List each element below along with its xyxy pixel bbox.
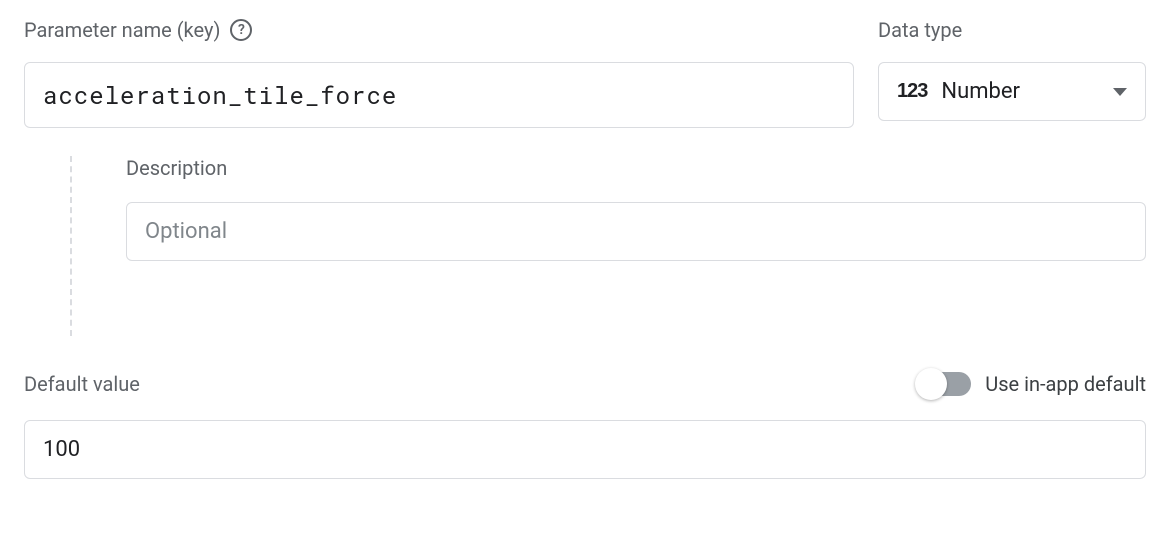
description-label: Description: [126, 156, 1146, 180]
number-icon: 123: [897, 80, 927, 103]
description-input[interactable]: [126, 202, 1146, 261]
data-type-label-row: Data type: [878, 18, 1146, 42]
default-value-input[interactable]: [24, 420, 1146, 479]
indent-guide: [70, 156, 72, 336]
toggle-group: Use in-app default: [919, 372, 1146, 396]
default-value-row: Default value Use in-app default: [24, 372, 1146, 396]
toggle-label: Use in-app default: [985, 372, 1146, 396]
chevron-down-icon: [1113, 88, 1127, 96]
data-type-select[interactable]: 123 Number: [878, 62, 1146, 121]
parameter-name-label-row: Parameter name (key) ?: [24, 18, 854, 42]
use-in-app-default-toggle[interactable]: [919, 372, 971, 396]
top-row: Parameter name (key) ? Data type 123 Num…: [24, 18, 1146, 128]
parameter-name-column: Parameter name (key) ?: [24, 18, 854, 128]
toggle-knob: [915, 368, 947, 400]
data-type-selected-label: Number: [941, 79, 1099, 104]
help-icon[interactable]: ?: [230, 19, 252, 41]
default-value-label: Default value: [24, 372, 140, 396]
parameter-name-label: Parameter name (key): [24, 18, 220, 42]
description-block: Description: [70, 156, 1146, 336]
data-type-column: Data type 123 Number: [878, 18, 1146, 121]
description-column: Description: [126, 156, 1146, 336]
data-type-label: Data type: [878, 18, 962, 42]
parameter-name-input[interactable]: [24, 62, 854, 128]
